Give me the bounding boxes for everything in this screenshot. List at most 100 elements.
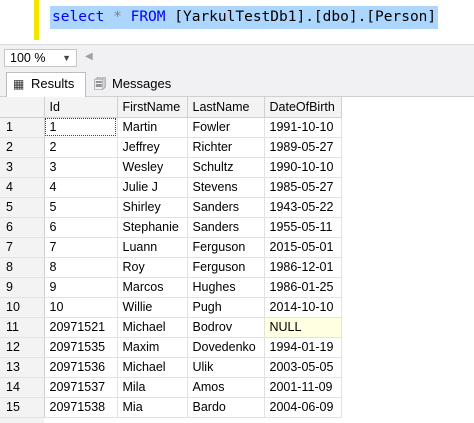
row-number[interactable]: 9	[0, 277, 45, 298]
cell-dateofbirth[interactable]: 2014-10-10	[264, 297, 342, 318]
cell-id[interactable]: 7	[44, 237, 118, 258]
cell-firstname[interactable]: Mia	[117, 397, 188, 418]
table-row[interactable]: 1 1 Martin Fowler 1991-10-10	[0, 117, 342, 138]
corner-cell[interactable]	[0, 97, 45, 118]
row-number[interactable]: 1	[0, 117, 45, 138]
cell-dateofbirth[interactable]: 2001-11-09	[264, 377, 342, 398]
table-row[interactable]: 2 2 Jeffrey Richter 1989-05-27	[0, 137, 342, 158]
cell-lastname[interactable]: Stevens	[187, 177, 265, 198]
cell-id[interactable]: 8	[44, 257, 118, 278]
cell-firstname[interactable]: Julie J	[117, 177, 188, 198]
cell-id[interactable]: 9	[44, 277, 118, 298]
cell-dateofbirth[interactable]: NULL	[264, 317, 342, 338]
row-number[interactable]: 8	[0, 257, 45, 278]
cell-lastname[interactable]: Amos	[187, 377, 265, 398]
table-row[interactable]: 8 8 Roy Ferguson 1986-12-01	[0, 257, 342, 278]
cell-dateofbirth[interactable]: 1955-05-11	[264, 217, 342, 238]
table-row[interactable]: 12 20971535 Maxim Dovedenko 1994-01-19	[0, 337, 342, 358]
query-editor[interactable]: select * FROM [YarkulTestDb1].[dbo].[Per…	[0, 0, 474, 44]
row-number[interactable]: 7	[0, 237, 45, 258]
tab-messages[interactable]: 🗐 Messages	[88, 73, 176, 97]
cell-firstname[interactable]: Mila	[117, 377, 188, 398]
row-number[interactable]: 3	[0, 157, 45, 178]
table-row[interactable]: 7 7 Luann Ferguson 2015-05-01	[0, 237, 342, 258]
row-number[interactable]: 15	[0, 397, 45, 418]
table-row[interactable]: 6 6 Stephanie Sanders 1955-05-11	[0, 217, 342, 238]
zoom-select[interactable]: 100 % ▼	[4, 49, 77, 67]
cell-lastname[interactable]: Bardo	[187, 397, 265, 418]
cell-firstname[interactable]: Michael	[117, 317, 188, 338]
cell-lastname[interactable]: Sanders	[187, 197, 265, 218]
table-row[interactable]: 14 20971537 Mila Amos 2001-11-09	[0, 377, 342, 398]
cell-id[interactable]: 20971536	[44, 357, 118, 378]
cell-dateofbirth[interactable]: 2015-05-01	[264, 237, 342, 258]
cell-id[interactable]: 20971535	[44, 337, 118, 358]
cell-firstname[interactable]: Maxim	[117, 337, 188, 358]
table-row[interactable]: 9 9 Marcos Hughes 1986-01-25	[0, 277, 342, 298]
cell-lastname[interactable]: Bodrov	[187, 317, 265, 338]
cell-lastname[interactable]: Ulik	[187, 357, 265, 378]
cell-lastname[interactable]: Dovedenko	[187, 337, 265, 358]
row-number[interactable]: 10	[0, 297, 45, 318]
cell-dateofbirth[interactable]: 1989-05-27	[264, 137, 342, 158]
table-row[interactable]: 4 4 Julie J Stevens 1985-05-27	[0, 177, 342, 198]
cell-firstname[interactable]: Marcos	[117, 277, 188, 298]
cell-id[interactable]: 6	[44, 217, 118, 238]
cell-firstname[interactable]: Luann	[117, 237, 188, 258]
cell-dateofbirth[interactable]: 1994-01-19	[264, 337, 342, 358]
cell-lastname[interactable]: Ferguson	[187, 237, 265, 258]
cell-id[interactable]: 4	[44, 177, 118, 198]
column-header-firstname[interactable]: FirstName	[117, 97, 188, 118]
tab-results[interactable]: ▦ Results	[6, 72, 86, 98]
table-row[interactable]: 13 20971536 Michael Ulik 2003-05-05	[0, 357, 342, 378]
cell-firstname[interactable]: Martin	[117, 117, 188, 138]
cell-firstname[interactable]: Stephanie	[117, 217, 188, 238]
cell-dateofbirth[interactable]: 1990-10-10	[264, 157, 342, 178]
cell-lastname[interactable]: Hughes	[187, 277, 265, 298]
row-number[interactable]: 5	[0, 197, 45, 218]
cell-firstname[interactable]: Shirley	[117, 197, 188, 218]
column-header-id[interactable]: Id	[44, 97, 118, 118]
table-row[interactable]: 10 10 Willie Pugh 2014-10-10	[0, 297, 342, 318]
cell-firstname[interactable]: Jeffrey	[117, 137, 188, 158]
cell-lastname[interactable]: Sanders	[187, 217, 265, 238]
row-number[interactable]: 11	[0, 317, 45, 338]
cell-id[interactable]: 20971538	[44, 397, 118, 418]
cell-dateofbirth[interactable]: 1986-12-01	[264, 257, 342, 278]
chevron-down-icon[interactable]: ▼	[62, 50, 71, 66]
cell-id[interactable]: 20971521	[44, 317, 118, 338]
column-header-lastname[interactable]: LastName	[187, 97, 265, 118]
scroll-left-arrow-icon[interactable]: ◀	[85, 51, 93, 62]
cell-id[interactable]: 5	[44, 197, 118, 218]
cell-id[interactable]: 2	[44, 137, 118, 158]
cell-lastname[interactable]: Richter	[187, 137, 265, 158]
cell-lastname[interactable]: Schultz	[187, 157, 265, 178]
row-number[interactable]: 6	[0, 217, 45, 238]
cell-firstname[interactable]: Wesley	[117, 157, 188, 178]
row-number[interactable]: 13	[0, 357, 45, 378]
cell-dateofbirth[interactable]: 1943-05-22	[264, 197, 342, 218]
cell-id[interactable]: 10	[44, 297, 118, 318]
cell-id[interactable]: 1	[44, 117, 118, 138]
column-header-dateofbirth[interactable]: DateOfBirth	[264, 97, 342, 118]
cell-dateofbirth[interactable]: 2003-05-05	[264, 357, 342, 378]
cell-dateofbirth[interactable]: 1991-10-10	[264, 117, 342, 138]
row-number[interactable]: 12	[0, 337, 45, 358]
cell-firstname[interactable]: Willie	[117, 297, 188, 318]
row-number[interactable]: 14	[0, 377, 45, 398]
cell-lastname[interactable]: Fowler	[187, 117, 265, 138]
table-row[interactable]: 11 20971521 Michael Bodrov NULL	[0, 317, 342, 338]
selected-query-text[interactable]: select * FROM [YarkulTestDb1].[dbo].[Per…	[50, 6, 439, 29]
table-row[interactable]: 15 20971538 Mia Bardo 2004-06-09	[0, 397, 342, 418]
row-number[interactable]: 4	[0, 177, 45, 198]
cell-firstname[interactable]: Roy	[117, 257, 188, 278]
cell-lastname[interactable]: Ferguson	[187, 257, 265, 278]
table-row[interactable]: 3 3 Wesley Schultz 1990-10-10	[0, 157, 342, 178]
table-row[interactable]: 5 5 Shirley Sanders 1943-05-22	[0, 197, 342, 218]
cell-id[interactable]: 20971537	[44, 377, 118, 398]
row-number[interactable]: 2	[0, 137, 45, 158]
cell-firstname[interactable]: Michael	[117, 357, 188, 378]
cell-lastname[interactable]: Pugh	[187, 297, 265, 318]
cell-dateofbirth[interactable]: 2004-06-09	[264, 397, 342, 418]
results-grid[interactable]: Id FirstName LastName DateOfBirth 1 1 Mart…	[0, 97, 474, 423]
